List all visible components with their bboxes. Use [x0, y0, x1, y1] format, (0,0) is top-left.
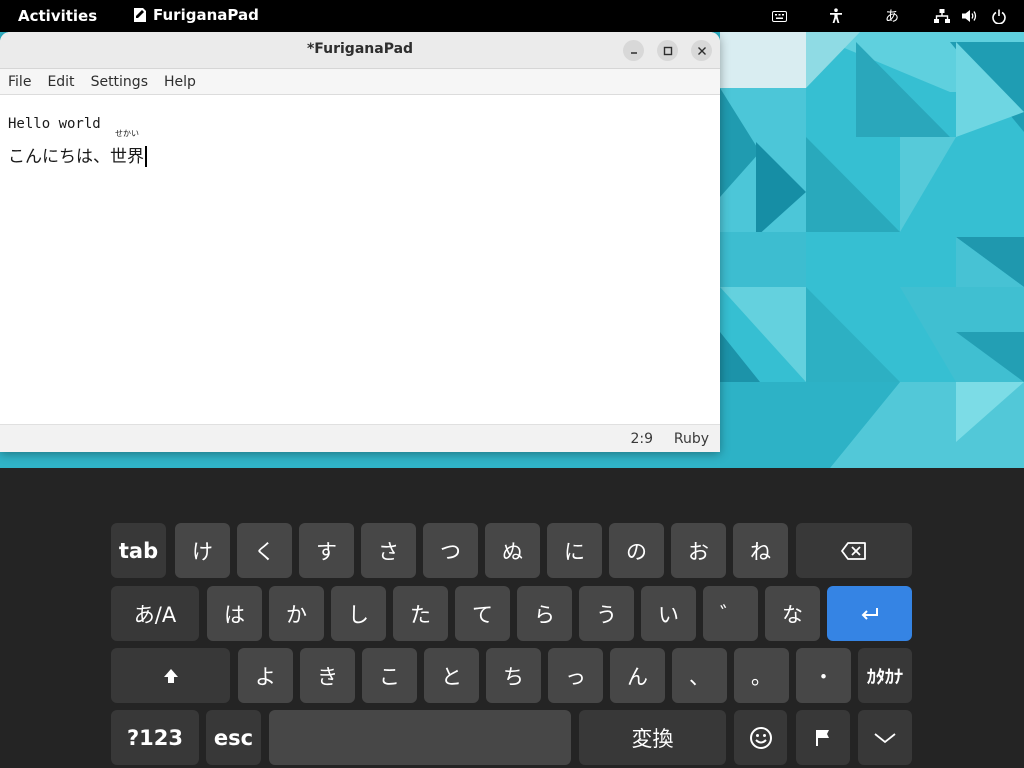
- input-mode: Ruby: [673, 431, 709, 447]
- key-ki[interactable]: き: [300, 648, 355, 703]
- shift-key[interactable]: [111, 648, 230, 703]
- key-ra[interactable]: ら: [517, 586, 572, 641]
- key-nu[interactable]: ぬ: [485, 523, 540, 578]
- power-icon[interactable]: [990, 0, 1008, 32]
- key-kana-latin-toggle[interactable]: あ/A: [111, 586, 199, 641]
- key-comma[interactable]: 、: [672, 648, 727, 703]
- app-menu[interactable]: FuriganaPad: [133, 6, 259, 24]
- ruby-annotation: せかい 世界: [110, 129, 144, 167]
- key-na[interactable]: な: [765, 586, 820, 641]
- key-su[interactable]: す: [299, 523, 354, 578]
- key-n[interactable]: ん: [610, 648, 665, 703]
- key-sa[interactable]: さ: [361, 523, 416, 578]
- network-icon[interactable]: [933, 0, 951, 32]
- key-to[interactable]: と: [424, 648, 479, 703]
- input-method-indicator[interactable]: あ: [882, 0, 902, 32]
- minimize-icon: [630, 51, 637, 54]
- app-name: FuriganaPad: [153, 6, 259, 24]
- key-chi[interactable]: ち: [486, 648, 541, 703]
- window-title: *FuriganaPad: [306, 41, 414, 57]
- key-ku[interactable]: く: [237, 523, 292, 578]
- ruby-base: 世界: [110, 147, 144, 167]
- hide-keyboard-icon: [874, 732, 896, 743]
- key-middle-dot[interactable]: ・: [796, 648, 851, 703]
- minimize-button[interactable]: [623, 40, 644, 61]
- key-convert[interactable]: 変換: [579, 710, 726, 765]
- menu-help[interactable]: Help: [156, 74, 204, 90]
- cursor-position: 2:9: [630, 431, 653, 447]
- key-tsu[interactable]: つ: [423, 523, 478, 578]
- enter-icon: [861, 607, 878, 620]
- maximize-button[interactable]: [657, 40, 678, 61]
- key-ta[interactable]: た: [393, 586, 448, 641]
- menu-file[interactable]: File: [0, 74, 39, 90]
- space-key[interactable]: [269, 710, 571, 765]
- menu-edit[interactable]: Edit: [39, 74, 82, 90]
- key-ko[interactable]: こ: [362, 648, 417, 703]
- menu-bar: File Edit Settings Help: [0, 69, 720, 95]
- enter-key[interactable]: [827, 586, 912, 641]
- language-key[interactable]: [796, 710, 850, 765]
- status-bar: 2:9 Ruby: [0, 424, 720, 452]
- menu-settings[interactable]: Settings: [83, 74, 156, 90]
- shift-icon: [163, 668, 178, 683]
- key-numbers-symbols[interactable]: ?123: [111, 710, 199, 765]
- key-te[interactable]: て: [455, 586, 510, 641]
- emoji-key[interactable]: [734, 710, 787, 765]
- top-bar: Activities FuriganaPad あ: [0, 0, 1024, 32]
- text-editor[interactable]: Hello world こんにちは、 せかい 世界: [0, 95, 720, 424]
- key-yo[interactable]: よ: [238, 648, 293, 703]
- app-window: *FuriganaPad File Edit Settings Help Hel…: [0, 32, 720, 452]
- on-screen-keyboard: tab け く す さ つ ぬ に の お ね あ/A は か し た て ら …: [0, 468, 1024, 768]
- editor-line-1: Hello world: [8, 116, 101, 132]
- key-dakuten[interactable]: ゛: [703, 586, 758, 641]
- key-no[interactable]: の: [609, 523, 664, 578]
- key-ne[interactable]: ね: [733, 523, 788, 578]
- key-ha[interactable]: は: [207, 586, 262, 641]
- key-u[interactable]: う: [579, 586, 634, 641]
- key-o[interactable]: お: [671, 523, 726, 578]
- flag-icon: [816, 729, 829, 746]
- backspace-key[interactable]: [796, 523, 912, 578]
- emoji-icon: [749, 726, 772, 749]
- hide-keyboard-key[interactable]: [858, 710, 912, 765]
- close-button[interactable]: [691, 40, 712, 61]
- maximize-icon: [663, 46, 672, 55]
- key-small-tsu[interactable]: っ: [548, 648, 603, 703]
- key-katakana[interactable]: ｶﾀｶﾅ: [858, 648, 912, 703]
- editor-line-2: こんにちは、 せかい 世界: [8, 129, 147, 167]
- backspace-icon: [841, 541, 866, 560]
- app-icon: [134, 8, 146, 22]
- text-cursor: [145, 146, 147, 167]
- line-2-text: こんにちは、: [8, 147, 110, 167]
- key-tab[interactable]: tab: [111, 523, 166, 578]
- accessibility-icon[interactable]: [827, 0, 845, 32]
- ruby-text: せかい: [115, 129, 139, 138]
- activities-button[interactable]: Activities: [18, 7, 97, 25]
- key-period[interactable]: 。: [734, 648, 789, 703]
- key-ka[interactable]: か: [269, 586, 324, 641]
- key-shi[interactable]: し: [331, 586, 386, 641]
- keyboard-icon[interactable]: [770, 0, 788, 32]
- key-i[interactable]: い: [641, 586, 696, 641]
- key-ke[interactable]: け: [175, 523, 230, 578]
- key-ni[interactable]: に: [547, 523, 602, 578]
- key-esc[interactable]: esc: [206, 710, 261, 765]
- window-titlebar[interactable]: *FuriganaPad: [0, 32, 720, 69]
- volume-icon[interactable]: [961, 0, 979, 32]
- close-icon: [697, 46, 706, 55]
